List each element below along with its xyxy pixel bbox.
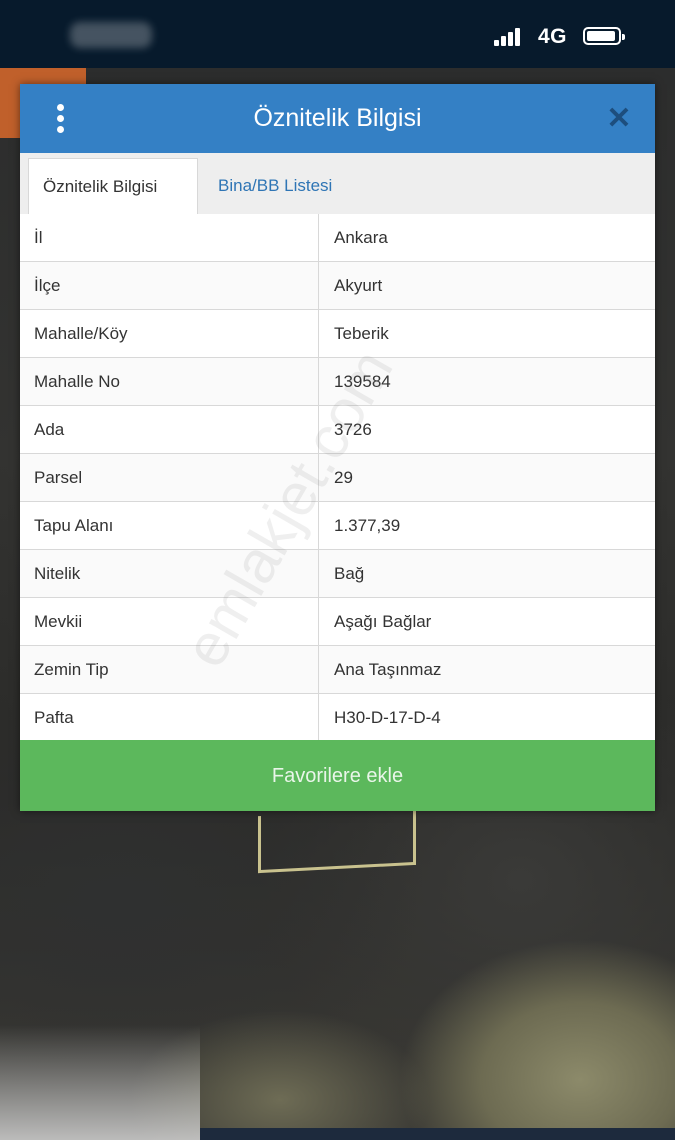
attribute-table: İl Ankara İlçe Akyurt Mahalle/Köy Teberi… — [20, 214, 655, 740]
row-value: 29 — [334, 468, 353, 487]
dialog-header: Öznitelik Bilgisi ✕ — [20, 84, 655, 153]
table-row: Mahalle No 139584 — [20, 358, 655, 406]
row-key: Mahalle/Köy — [20, 310, 319, 357]
signal-icon — [494, 28, 524, 46]
row-key: Ada — [20, 406, 319, 453]
tab-attribute-info[interactable]: Öznitelik Bilgisi — [28, 158, 198, 214]
map-overlay-blur — [0, 1025, 200, 1140]
battery-icon — [583, 27, 625, 45]
table-row: İl Ankara — [20, 214, 655, 262]
table-row: Pafta H30-D-17-D-4 — [20, 694, 655, 740]
row-key: Zemin Tip — [20, 646, 319, 693]
row-value: Akyurt — [334, 276, 383, 295]
add-to-favorites-button[interactable]: Favorilere ekle — [20, 740, 655, 811]
row-value: Ana Taşınmaz — [334, 660, 442, 679]
attribute-info-dialog: Öznitelik Bilgisi ✕ Öznitelik Bilgisi Bi… — [20, 84, 655, 811]
status-bar: 4G — [0, 0, 675, 68]
row-key: İl — [20, 214, 319, 261]
network-type-label: 4G — [538, 25, 568, 48]
table-row: Mahalle/Köy Teberik — [20, 310, 655, 358]
table-row: Zemin Tip Ana Taşınmaz — [20, 646, 655, 694]
row-key: Parsel — [20, 454, 319, 501]
row-key: İlçe — [20, 262, 319, 309]
tab-building-list[interactable]: Bina/BB Listesi — [204, 158, 346, 214]
table-row: Tapu Alanı 1.377,39 — [20, 502, 655, 550]
table-row: Ada 3726 — [20, 406, 655, 454]
parcel-outline — [258, 807, 416, 874]
table-row: İlçe Akyurt — [20, 262, 655, 310]
table-row: Mevkii Aşağı Bağlar — [20, 598, 655, 646]
row-key: Mahalle No — [20, 358, 319, 405]
row-value: 3726 — [334, 420, 372, 439]
dialog-title: Öznitelik Bilgisi — [253, 104, 422, 132]
row-key: Mevkii — [20, 598, 319, 645]
bottom-nav-strip — [200, 1128, 675, 1140]
row-key: Pafta — [20, 694, 319, 740]
more-menu-icon[interactable] — [50, 104, 70, 134]
row-value: H30-D-17-D-4 — [334, 708, 441, 727]
clock-blurred — [70, 22, 152, 48]
table-row: Nitelik Bağ — [20, 550, 655, 598]
row-value: 1.377,39 — [334, 516, 401, 535]
close-icon[interactable]: ✕ — [604, 104, 634, 134]
table-row: Parsel 29 — [20, 454, 655, 502]
row-value: Aşağı Bağlar — [334, 612, 432, 631]
row-key: Nitelik — [20, 550, 319, 597]
row-value: 139584 — [334, 372, 391, 391]
tab-bar: Öznitelik Bilgisi Bina/BB Listesi — [20, 153, 655, 215]
row-key: Tapu Alanı — [20, 502, 319, 549]
row-value: Teberik — [334, 324, 389, 343]
row-value: Ankara — [334, 228, 388, 247]
row-value: Bağ — [334, 564, 365, 583]
